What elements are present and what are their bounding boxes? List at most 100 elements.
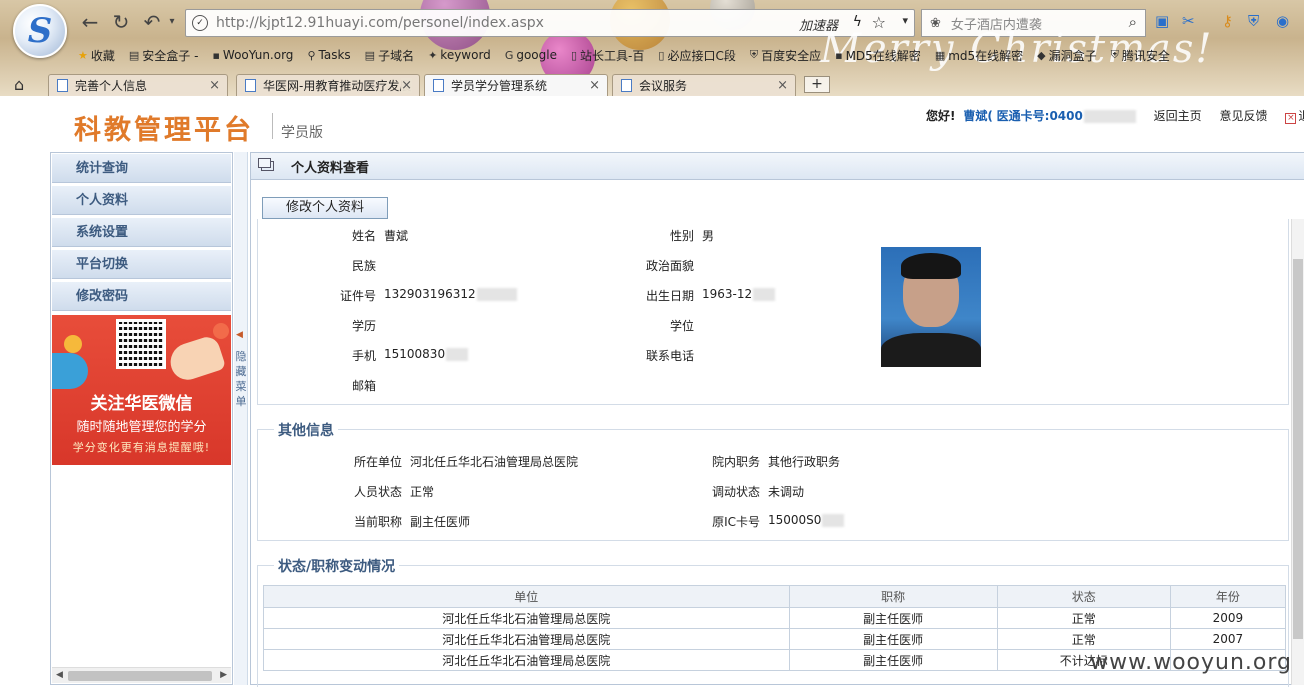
home-link[interactable]: 返回主页	[1154, 109, 1202, 123]
bookmark-item[interactable]: ⚲ Tasks	[307, 45, 350, 65]
table-cell: 正常	[996, 628, 1171, 650]
photo-figure	[901, 253, 961, 279]
close-icon[interactable]: ×	[209, 78, 220, 93]
logo-letter: S	[27, 11, 53, 51]
table-header-row: 单位 职称 状态 年份	[263, 585, 1287, 608]
bookmark-item[interactable]: ▯ 必应接口C段	[658, 45, 735, 65]
education-label: 学历	[351, 319, 376, 333]
main-vertical-scrollbar[interactable]	[1291, 219, 1304, 685]
email-label: 邮箱	[351, 379, 376, 393]
refresh-icon[interactable]: ↻	[109, 10, 133, 34]
bookmark-label: google	[516, 48, 557, 62]
unit-value: 河北任丘华北石油管理局总医院	[410, 455, 579, 469]
scroll-left-icon[interactable]: ◀	[56, 670, 63, 680]
sidebar-item-change-password[interactable]: 修改密码	[52, 282, 231, 311]
redacted-blur	[446, 348, 469, 361]
tab-label: 学员学分管理系统	[451, 79, 548, 93]
back-arrow-icon[interactable]: ←	[78, 10, 102, 34]
extension-icon[interactable]: ◉	[1276, 12, 1289, 30]
close-icon[interactable]: ×	[777, 78, 788, 93]
bookmark-icon: ▤	[364, 48, 376, 62]
page-icon	[57, 79, 68, 92]
undo-dropdown-icon[interactable]: ▾	[160, 16, 184, 27]
name-value: 曹斌	[384, 229, 409, 243]
shield-icon: ⛨	[749, 48, 759, 61]
security-shield-icon: ✓	[192, 15, 208, 31]
platform-edition: 学员版	[281, 125, 323, 141]
bookmark-item[interactable]: ▪ WooYun.org	[212, 45, 293, 65]
google-icon: G	[504, 48, 514, 62]
sidebar-item-profile[interactable]: 个人资料	[52, 186, 231, 215]
page-icon	[245, 79, 256, 92]
profile-photo	[881, 247, 981, 367]
promo-note: 学分变化更有消息提醒哦!	[72, 441, 211, 454]
other-info-fieldset: 其他信息 所在单位 河北任丘华北石油管理局总医院 院内职务 其他行政职务 人员状…	[257, 420, 1289, 541]
wechat-promo-banner[interactable]: 关注华医微信 随时随地管理您的学分 学分变化更有消息提醒哦!	[52, 315, 231, 465]
table-cell: 河北任丘华北石油管理局总医院	[263, 628, 790, 650]
bookmark-item[interactable]: ▯ 站长工具-百	[571, 45, 644, 65]
transfer-status-label: 调动状态	[711, 485, 760, 499]
bookmarks-bar: ★ 收藏 ▤ 安全盒子 - ▪ WooYun.org ⚲ Tasks ▤ 子域名 ✦ key…	[78, 45, 1184, 65]
shield-icon: ⛨	[1110, 48, 1119, 61]
tab-label: 完善个人信息	[75, 79, 148, 93]
scroll-right-icon[interactable]: ▶	[220, 670, 227, 680]
main-panel: 个人资料查看 修改个人资料 姓名 曹斌 性别 男 民族 政治面貌 证件号 132…	[250, 152, 1304, 687]
sidebar-item-settings[interactable]: 系统设置	[52, 218, 231, 247]
promo-title: 关注华医微信	[90, 394, 193, 414]
sidebar-horizontal-scrollbar[interactable]: ◀ ▶	[52, 667, 231, 683]
bookmark-item[interactable]: ▤ 子域名	[365, 45, 414, 65]
platform-title: 科教管理平台	[74, 115, 254, 146]
bookmark-label: 收藏	[90, 48, 115, 63]
address-bar[interactable]: ✓ http://kjpt12.91huayi.com/personel/ind…	[185, 9, 915, 37]
bookmark-label: WooYun.org	[222, 48, 294, 62]
bookmark-item[interactable]: ⛨ 腾讯安全	[1111, 45, 1170, 65]
id-number-text: 132903196312	[384, 287, 476, 301]
logout-link[interactable]: 退出	[1298, 109, 1304, 123]
other-info-legend: 其他信息	[274, 420, 338, 440]
table-cell: 副主任医师	[788, 649, 998, 671]
logo-divider	[272, 113, 273, 139]
tab-bar: ⌂ 完善个人信息 × 华医网-用教育推动医疗发展 × 学员学分管理系统 × 会议服务 ×…	[0, 72, 1304, 96]
search-icon: ⚲	[307, 48, 316, 62]
bookmark-item[interactable]: Ggoogle	[505, 45, 557, 65]
scroll-thumb[interactable]	[1293, 259, 1303, 639]
sidebar-item-statistics[interactable]: 统计查询	[52, 154, 231, 183]
home-icon[interactable]: ⌂	[14, 75, 24, 94]
key-icon[interactable]: ⚷	[1222, 12, 1233, 30]
feedback-link[interactable]: 意见反馈	[1220, 109, 1268, 123]
sidebar-item-switch-platform[interactable]: 平台切换	[52, 250, 231, 279]
degree-label: 学位	[669, 319, 694, 333]
browser-tab[interactable]: 完善个人信息 ×	[48, 74, 228, 96]
bookmark-item[interactable]: ▦ md5在线解密	[935, 45, 1023, 65]
hide-menu-label: 隐藏菜单	[235, 350, 247, 408]
new-tab-button[interactable]: +	[804, 76, 830, 93]
browser-tab[interactable]: 华医网-用教育推动医疗发展 ×	[236, 74, 420, 96]
edit-profile-button[interactable]: 修改个人资料	[262, 197, 388, 219]
bookmark-item[interactable]: ★ 收藏	[78, 45, 115, 65]
birth-date-text: 1963-12	[702, 287, 753, 301]
current-title-label: 当前职称	[353, 515, 402, 529]
bookmark-item[interactable]: ✦ keyword	[428, 45, 491, 65]
ic-card-text: 15000S0	[768, 513, 822, 527]
redacted-blur	[1083, 110, 1136, 123]
table-row: 河北任丘华北石油管理局总医院 副主任医师 正常 2009	[263, 607, 1287, 629]
table-cell: 河北任丘华北石油管理局总医院	[263, 649, 790, 671]
phone-label: 联系电话	[645, 349, 694, 363]
shield-icon[interactable]: ⛨	[1248, 12, 1259, 30]
panel-title: 个人资料查看	[291, 160, 370, 176]
bookmark-item[interactable]: ▪ MD5在线解密	[835, 45, 921, 65]
bookmark-item[interactable]: ◆ 漏洞盒子	[1037, 45, 1096, 65]
browser-tab-active[interactable]: 学员学分管理系统 ×	[424, 74, 608, 96]
close-icon[interactable]: ×	[401, 78, 412, 93]
bookmark-item[interactable]: ⛨ 百度安全应	[750, 45, 821, 65]
logout-icon[interactable]: ×	[1285, 113, 1297, 124]
scroll-thumb[interactable]	[68, 671, 212, 681]
close-icon[interactable]: ×	[589, 78, 600, 93]
hide-menu-toggle[interactable]: ◀ 隐藏菜单	[234, 152, 248, 685]
bookmark-item[interactable]: ▤ 安全盒子 -	[129, 45, 199, 65]
url-text[interactable]: http://kjpt12.91huayi.com/personel/index…	[216, 15, 544, 31]
browser-tab[interactable]: 会议服务 ×	[612, 74, 796, 96]
profile-fieldset: 姓名 曹斌 性别 男 民族 政治面貌 证件号 132903196312 出生日期…	[257, 219, 1289, 405]
browser-logo-icon[interactable]: S	[13, 4, 67, 58]
gender-value: 男	[702, 229, 715, 243]
